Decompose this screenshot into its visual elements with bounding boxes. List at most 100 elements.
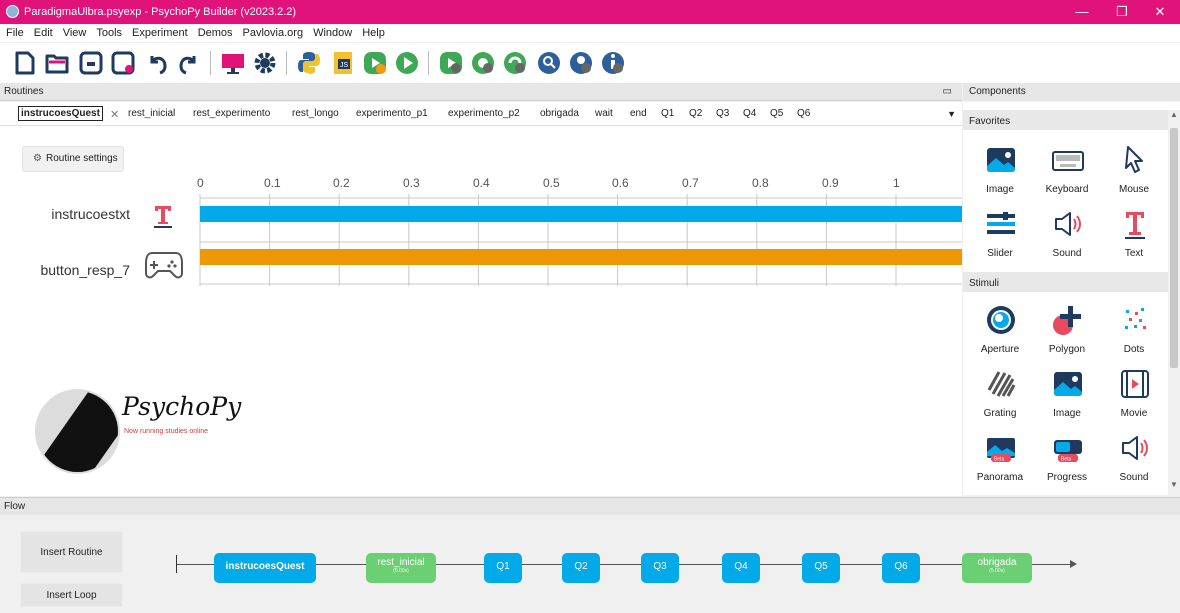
component-aperture[interactable]: Aperture	[967, 302, 1033, 364]
flow-node-q5[interactable]: Q5	[802, 553, 840, 583]
run-pilot-icon[interactable]	[362, 50, 388, 76]
redo-icon[interactable]	[176, 50, 202, 76]
maximize-panel-icon[interactable]: ▭	[943, 86, 952, 97]
tab-rest-inicial[interactable]: rest_inicial	[128, 108, 175, 119]
flow-node-obrigada[interactable]: obrigada (5.00s)	[962, 553, 1032, 583]
flow-node-q2[interactable]: Q2	[562, 553, 600, 583]
menu-tools[interactable]: Tools	[90, 24, 126, 39]
tab-q5[interactable]: Q5	[770, 108, 783, 119]
save-icon[interactable]	[78, 50, 104, 76]
tab-rest-longo[interactable]: rest_longo	[292, 108, 339, 119]
tab-obrigada[interactable]: obrigada	[540, 108, 579, 119]
tab-q3[interactable]: Q3	[716, 108, 729, 119]
close-tab-icon[interactable]: ✕	[110, 108, 119, 121]
tab-instrucoesquest[interactable]: instrucoesQuest	[18, 106, 103, 121]
flow-node-q4[interactable]: Q4	[722, 553, 760, 583]
polygon-icon	[1053, 306, 1081, 335]
component-image[interactable]: Image	[967, 142, 1033, 204]
tick-label: 0	[197, 176, 204, 190]
tab-end[interactable]: end	[630, 108, 647, 119]
flow-node-instrucoesquest[interactable]: instrucoesQuest	[214, 553, 316, 583]
menu-pavlovia[interactable]: Pavlovia.org	[237, 24, 308, 39]
component-progress[interactable]: Beta Progress	[1034, 430, 1100, 492]
toolbar-separator	[210, 51, 211, 75]
undo-icon[interactable]	[144, 50, 170, 76]
new-file-icon[interactable]	[12, 50, 38, 76]
pavlovia-run-icon[interactable]	[502, 50, 528, 76]
minimize-button[interactable]: —	[1062, 0, 1102, 24]
component-sound-stim[interactable]: Sound	[1101, 430, 1167, 492]
tab-rest-experimento[interactable]: rest_experimento	[193, 108, 270, 119]
component-label: Image	[986, 184, 1014, 195]
gamepad-icon[interactable]	[144, 247, 184, 281]
beta-badge: Beta	[1061, 457, 1072, 463]
tab-experimento-p2[interactable]: experimento_p2	[448, 108, 520, 119]
close-button[interactable]: ✕	[1140, 0, 1180, 24]
component-name-instrucoestxt[interactable]: instrucoestxt	[0, 206, 130, 222]
maximize-button[interactable]: ❐	[1102, 0, 1142, 24]
tab-q4[interactable]: Q4	[743, 108, 756, 119]
component-grating[interactable]: Grating	[967, 366, 1033, 428]
flow-title: Flow	[4, 501, 26, 512]
component-label: Text	[1124, 248, 1144, 259]
components-scrollbar[interactable]: ▲ ▼	[1168, 110, 1180, 495]
save-as-icon[interactable]	[110, 50, 136, 76]
menu-view[interactable]: View	[57, 24, 91, 39]
flow-node-label: obrigada	[977, 557, 1017, 568]
menu-window[interactable]: Window	[307, 24, 356, 39]
component-panorama[interactable]: Beta Panorama	[967, 430, 1033, 492]
category-stimuli[interactable]: Stimuli	[963, 272, 1168, 292]
open-icon[interactable]	[44, 50, 70, 76]
tab-wait[interactable]: wait	[595, 108, 613, 119]
menu-file[interactable]: File	[0, 24, 28, 39]
settings-gear-icon[interactable]	[252, 50, 278, 76]
compile-js-icon[interactable]: JS	[330, 50, 356, 76]
tab-q1[interactable]: Q1	[661, 108, 674, 119]
scroll-up-icon[interactable]: ▲	[1170, 110, 1178, 119]
tab-q6[interactable]: Q6	[797, 108, 810, 119]
monitor-icon[interactable]	[220, 50, 246, 76]
panorama-icon: Beta	[987, 438, 1015, 463]
psychopy-builder-window: ParadigmaUlbra.psyexp - PsychoPy Builder…	[0, 0, 1180, 613]
run-icon[interactable]	[394, 50, 420, 76]
component-bar-instrucoestxt[interactable]	[200, 206, 962, 222]
text-icon[interactable]	[150, 202, 176, 228]
menu-demos[interactable]: Demos	[192, 24, 237, 39]
flow-node-q3[interactable]: Q3	[641, 553, 679, 583]
routine-timeline: 0 0.1 0.2 0.3 0.4 0.5 0.6 0.7 0.8 0.9 1 …	[0, 126, 962, 326]
component-movie[interactable]: Movie	[1101, 366, 1167, 428]
scrollbar-thumb[interactable]	[1170, 128, 1178, 368]
toolbar: JS	[0, 43, 1180, 83]
tab-experimento-p1[interactable]: experimento_p1	[356, 108, 428, 119]
scroll-down-icon[interactable]: ▼	[1170, 480, 1178, 489]
tab-q2[interactable]: Q2	[689, 108, 702, 119]
pavlovia-search-icon[interactable]	[536, 50, 562, 76]
pavlovia-sync-icon[interactable]	[438, 50, 464, 76]
component-polygon[interactable]: Polygon	[1034, 302, 1100, 364]
flow-node-q6[interactable]: Q6	[882, 553, 920, 583]
tabs-dropdown-icon[interactable]: ▼	[947, 109, 956, 119]
component-slider[interactable]: Slider	[967, 206, 1033, 268]
component-image-stim[interactable]: Image	[1034, 366, 1100, 428]
component-mouse[interactable]: Mouse	[1101, 142, 1167, 204]
menu-experiment[interactable]: Experiment	[126, 24, 192, 39]
component-keyboard[interactable]: Keyboard	[1034, 142, 1100, 204]
component-name-button-resp-7[interactable]: button_resp_7	[0, 262, 130, 278]
insert-loop-button[interactable]: Insert Loop	[20, 583, 123, 607]
keyboard-icon	[1052, 151, 1084, 171]
compile-python-icon[interactable]	[296, 50, 322, 76]
menu-help[interactable]: Help	[356, 24, 389, 39]
flow-node-rest-inicial[interactable]: rest_inicial (5.00s)	[366, 553, 436, 583]
component-sound[interactable]: Sound	[1034, 206, 1100, 268]
components-title: Components	[969, 86, 1026, 97]
insert-routine-button[interactable]: Insert Routine	[20, 531, 123, 573]
component-dots[interactable]: Dots	[1101, 302, 1167, 364]
flow-node-q1[interactable]: Q1	[484, 553, 522, 583]
pavlovia-pilot-icon[interactable]	[470, 50, 496, 76]
menu-edit[interactable]: Edit	[28, 24, 57, 39]
component-text[interactable]: Text	[1101, 206, 1167, 268]
category-favorites[interactable]: Favorites	[963, 110, 1168, 130]
pavlovia-user-icon[interactable]	[568, 50, 594, 76]
component-bar-button-resp-7[interactable]	[200, 249, 962, 265]
pavlovia-info-icon[interactable]	[600, 50, 626, 76]
